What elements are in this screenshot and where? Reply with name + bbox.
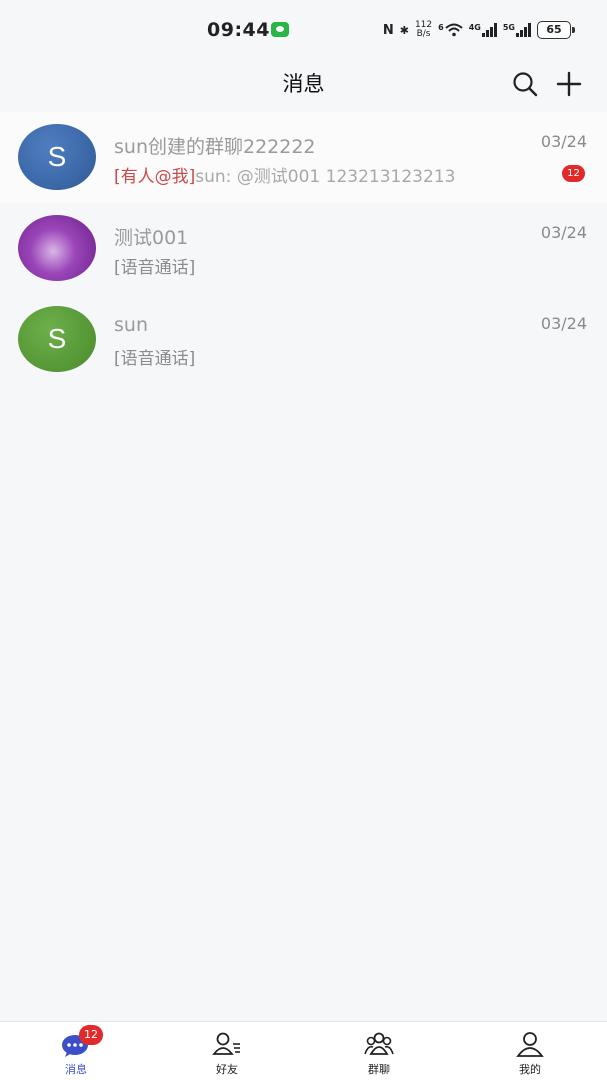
- tab-label: 消息: [65, 1063, 87, 1076]
- status-bar: 09:44 N ✱ 112 B/s 6 4G 5G 65: [0, 0, 607, 60]
- chat-app-notification-icon: [271, 22, 289, 37]
- conversation-time: 03/24: [540, 314, 587, 333]
- network-speed-unit: B/s: [416, 29, 431, 39]
- conversation-preview: [语音通话]: [114, 258, 196, 278]
- status-indicators: N ✱ 112 B/s 6 4G 5G 65: [382, 20, 575, 40]
- conversation-item[interactable]: S sun [语音通话] 03/24: [0, 294, 607, 385]
- avatar: S: [18, 306, 96, 372]
- chat-bubble-icon: 12: [61, 1025, 103, 1058]
- conversation-time: 03/24: [540, 132, 587, 151]
- tab-unread-badge: 12: [79, 1025, 103, 1045]
- network-speed: 112 B/s: [415, 21, 432, 39]
- wifi-icon: 6: [438, 23, 463, 37]
- conversation-list: S sun创建的群聊222222 [有人@我]sun: @测试001 12321…: [0, 112, 607, 385]
- avatar: [18, 215, 96, 281]
- tab-profile[interactable]: 我的: [480, 1022, 580, 1080]
- group-icon: [364, 1030, 394, 1058]
- conversation-name: 测试001: [114, 227, 189, 249]
- conversation-preview: [语音通话]: [114, 349, 196, 369]
- tab-label: 我的: [519, 1063, 541, 1076]
- search-icon[interactable]: [511, 70, 539, 98]
- plus-icon[interactable]: [555, 70, 583, 98]
- conversation-name: sun: [114, 314, 148, 336]
- battery-icon: 65: [537, 21, 575, 39]
- bluetooth-icon: ✱: [399, 23, 409, 37]
- tab-label: 群聊: [368, 1063, 390, 1076]
- net-type-1: 4G: [468, 23, 481, 32]
- tab-messages[interactable]: 12 消息: [26, 1022, 126, 1080]
- conversation-name: sun创建的群聊222222: [114, 136, 316, 158]
- unread-badge: 12: [562, 165, 585, 182]
- conversation-item[interactable]: 测试001 [语音通话] 03/24: [0, 203, 607, 294]
- header: 消息: [0, 60, 607, 112]
- cell-signal-2-icon: 5G: [503, 23, 531, 37]
- status-time: 09:44: [207, 19, 270, 41]
- wifi-label: 6: [438, 23, 444, 32]
- conversation-preview: [有人@我]sun: @测试001 123213123213: [114, 162, 455, 187]
- cell-signal-1-icon: 4G: [469, 23, 497, 37]
- tab-group-chats[interactable]: 群聊: [329, 1022, 429, 1080]
- messages-page: 09:44 N ✱ 112 B/s 6 4G 5G 65 消息 S sun创建的…: [0, 0, 607, 1080]
- avatar: S: [18, 124, 96, 190]
- tab-label: 好友: [216, 1063, 238, 1076]
- nfc-icon: N: [382, 22, 394, 38]
- profile-icon: [515, 1030, 545, 1058]
- conversation-time: 03/24: [540, 223, 587, 242]
- net-type-2: 5G: [502, 23, 515, 32]
- friend-list-icon: [212, 1030, 242, 1058]
- bottom-tab-bar: 12 消息 好友 群聊 我的: [0, 1021, 607, 1080]
- mention-tag: [有人@我]: [114, 167, 196, 187]
- tab-friends[interactable]: 好友: [177, 1022, 277, 1080]
- preview-text: sun: @测试001 123213123213: [195, 167, 456, 187]
- conversation-item[interactable]: S sun创建的群聊222222 [有人@我]sun: @测试001 12321…: [0, 112, 607, 203]
